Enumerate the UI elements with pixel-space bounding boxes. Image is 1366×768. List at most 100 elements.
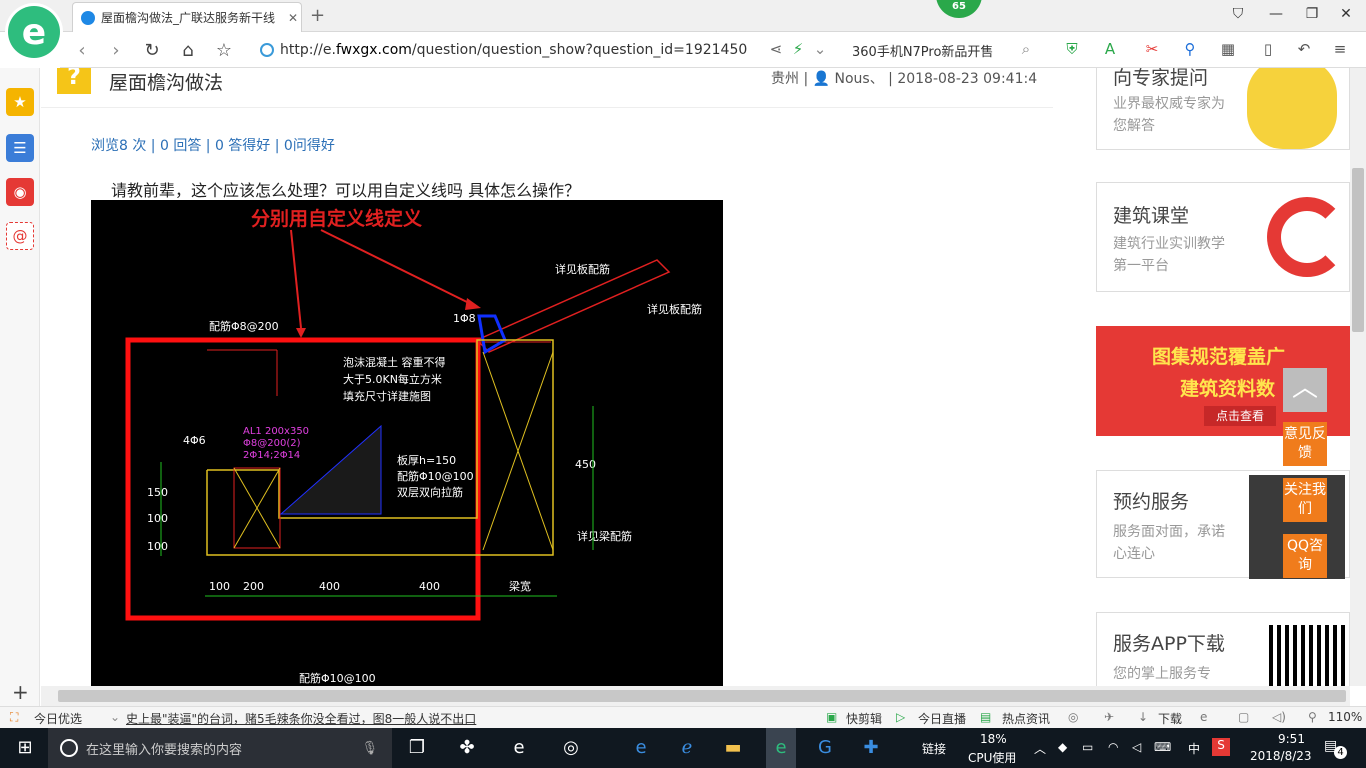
tray-expand-icon[interactable]: ︿ <box>1034 740 1046 757</box>
sogou-icon[interactable]: S <box>1212 738 1230 756</box>
close-window-icon[interactable]: ✕ <box>1334 6 1358 22</box>
speaker-icon[interactable]: ◁ <box>1132 740 1141 754</box>
ie-taskbar-icon[interactable]: ℯ <box>674 736 700 760</box>
favorites-icon[interactable]: ★ <box>6 88 34 116</box>
tab-close-icon[interactable]: ✕ <box>285 11 301 25</box>
apps-icon[interactable]: ▦ <box>1218 40 1238 58</box>
browser-app-icon[interactable]: e <box>506 736 532 760</box>
clock-date[interactable]: 2018/8/23 <box>1250 749 1312 763</box>
wifi-icon[interactable]: ◠ <box>1108 740 1118 754</box>
ie-icon[interactable]: e <box>1200 710 1207 724</box>
left-sidebar: ★ ☰ ◉ @ <box>0 68 40 706</box>
mail-icon[interactable]: @ <box>6 222 34 250</box>
feedback-button[interactable]: 意见反馈 <box>1283 422 1327 466</box>
notify-bell-icon[interactable]: ◆ <box>1058 740 1067 754</box>
360-browser-icon[interactable]: e <box>766 728 796 768</box>
spiral-app-icon[interactable]: ◎ <box>558 736 584 760</box>
banner-button[interactable]: 点击查看 <box>1204 406 1276 426</box>
translate-icon[interactable]: A <box>1100 40 1120 58</box>
weibo-icon[interactable]: ◉ <box>6 178 34 206</box>
course-logo-icon <box>1267 197 1347 277</box>
plus-app-icon[interactable]: ✚ <box>858 736 884 760</box>
zoom-level[interactable]: 110% <box>1328 710 1362 724</box>
menu-icon[interactable]: ≡ <box>1330 40 1350 58</box>
vertical-scrollbar[interactable] <box>1350 68 1366 686</box>
new-tab-button[interactable]: + <box>310 5 325 26</box>
status-bar: ⛶ 今日优选 ⌄ 史上最"装逼"的台词，赌5毛辣条你没全看过，图8一般人说不出口… <box>0 706 1366 728</box>
tab-favicon-icon <box>81 10 95 25</box>
reader-icon[interactable]: ☰ <box>6 134 34 162</box>
question-meta: 贵州 | 👤 Nous、 | 2018-08-23 09:41:4 <box>771 71 1038 87</box>
drawing-label: 100 <box>209 580 230 593</box>
cpu-percent: 18% <box>980 732 1007 746</box>
chevron-down-icon[interactable]: ⌄ <box>810 40 830 58</box>
drawing-label: 100 <box>147 512 168 525</box>
scissors-icon[interactable]: ✂ <box>1142 40 1162 58</box>
undo-icon[interactable]: ↶ <box>1294 40 1314 58</box>
shirt-icon[interactable]: ⛉ <box>1226 6 1250 22</box>
home-icon[interactable]: ⌂ <box>176 40 200 61</box>
browser-tab[interactable]: 屋面檐沟做法_广联达服务新干线 ✕ <box>72 2 302 32</box>
card-title: 预约服务 <box>1113 491 1190 513</box>
globe-icon[interactable]: ◎ <box>1068 710 1078 724</box>
taskbar-search[interactable]: 在这里输入你要搜索的内容 🎙 <box>48 728 392 768</box>
course-card[interactable]: 建筑课堂 建筑行业实训教学第一平台 <box>1096 182 1350 292</box>
notification-count: 4 <box>1334 746 1347 759</box>
tab-title: 屋面檐沟做法_广联达服务新干线 <box>101 11 276 25</box>
page-content: ? 屋面檐沟做法 贵州 | 👤 Nous、 | 2018-08-23 09:41… <box>41 68 1350 686</box>
news-ticker[interactable]: 360手机N7Pro新品开售 <box>852 41 993 60</box>
pin-icon[interactable]: ✈ <box>1104 710 1114 724</box>
question-stats[interactable]: 浏览8 次 | 0 回答 | 0 答得好 | 0问得好 <box>91 135 335 155</box>
headline-link[interactable]: 史上最"装逼"的台词，赌5毛辣条你没全看过，图8一般人说不出口 <box>126 710 476 727</box>
window-icon[interactable]: ▢ <box>1238 710 1249 724</box>
status-item[interactable]: 今日直播 <box>918 710 966 727</box>
clip-icon: ▣ <box>826 710 838 724</box>
magnifier-icon[interactable]: ⚲ <box>1180 40 1200 58</box>
restore-icon[interactable]: ❐ <box>1300 6 1324 22</box>
edge-icon[interactable]: e <box>628 736 654 760</box>
forward-icon[interactable]: › <box>104 40 128 61</box>
card-subtitle: 您的掌上服务专 <box>1113 666 1211 682</box>
status-item[interactable]: 快剪辑 <box>846 710 882 727</box>
ask-expert-card[interactable]: 向专家提问 业界最权威专家为您解答 <box>1096 68 1350 150</box>
qq-consult-button[interactable]: QQ咨询 <box>1283 534 1327 578</box>
clock-time[interactable]: 9:51 <box>1278 732 1305 746</box>
banner-line-1: 图集规范覆盖广 <box>1152 346 1286 368</box>
windows-start-icon[interactable]: ⊞ <box>12 736 38 760</box>
status-item[interactable]: 下载 <box>1158 710 1182 727</box>
vertical-scroll-thumb[interactable] <box>1352 168 1364 332</box>
star-icon[interactable]: ☆ <box>212 40 236 61</box>
share-icon[interactable]: ⋖ <box>766 40 786 58</box>
task-view-icon[interactable]: ❐ <box>404 736 430 760</box>
browser-logo-icon[interactable]: e <box>8 6 60 58</box>
volume-icon[interactable]: ◁) <box>1272 710 1286 724</box>
g-app-icon[interactable]: G <box>812 736 838 760</box>
back-icon[interactable]: ‹ <box>70 40 94 61</box>
follow-button[interactable]: 关注我们 <box>1283 478 1327 522</box>
status-item[interactable]: 热点资讯 <box>1002 710 1050 727</box>
search-icon[interactable]: ⌕ <box>1016 40 1036 58</box>
url-field[interactable]: http://e. fwxgx.com/question/question_sho… <box>260 37 760 63</box>
file-explorer-icon[interactable]: ▬ <box>720 736 746 760</box>
horizontal-scroll-thumb[interactable] <box>58 690 1346 702</box>
battery-icon[interactable]: ▭ <box>1082 740 1093 754</box>
lightning-icon[interactable]: ⚡ <box>788 40 808 58</box>
question-body: 请教前辈，这个应该怎么处理？可以用自定义线吗 具体怎么操作？ <box>111 181 581 200</box>
refresh-icon[interactable]: ↻ <box>140 40 164 61</box>
qr-code-icon <box>1269 625 1345 686</box>
shield-icon[interactable]: ⛨ <box>1062 40 1082 58</box>
links-toolbar[interactable]: 链接 <box>922 740 946 757</box>
minimize-icon[interactable]: — <box>1264 6 1288 22</box>
card-subtitle: 业界最权威专家为您解答 <box>1113 96 1225 134</box>
microphone-icon[interactable]: 🎙 <box>361 741 378 756</box>
fan-app-icon[interactable]: ✤ <box>454 736 480 760</box>
keyboard-icon[interactable]: ⌨ <box>1154 740 1171 754</box>
back-to-top-button[interactable]: ︿ <box>1283 368 1327 412</box>
cad-drawing[interactable]: 分别用自定义线定义 详见板配筋 详见板配筋 1Φ8 配筋Φ8@200 泡沫混凝土… <box>91 200 723 686</box>
today-picks[interactable]: 今日优选 <box>34 710 82 727</box>
drawing-annotation: 分别用自定义线定义 <box>251 207 422 230</box>
add-sidebar-icon[interactable]: + <box>12 680 29 704</box>
app-download-card[interactable]: 服务APP下载 您的掌上服务专 <box>1096 612 1350 686</box>
ime-indicator[interactable]: 中 <box>1188 740 1200 757</box>
phone-icon[interactable]: ▯ <box>1258 40 1278 58</box>
